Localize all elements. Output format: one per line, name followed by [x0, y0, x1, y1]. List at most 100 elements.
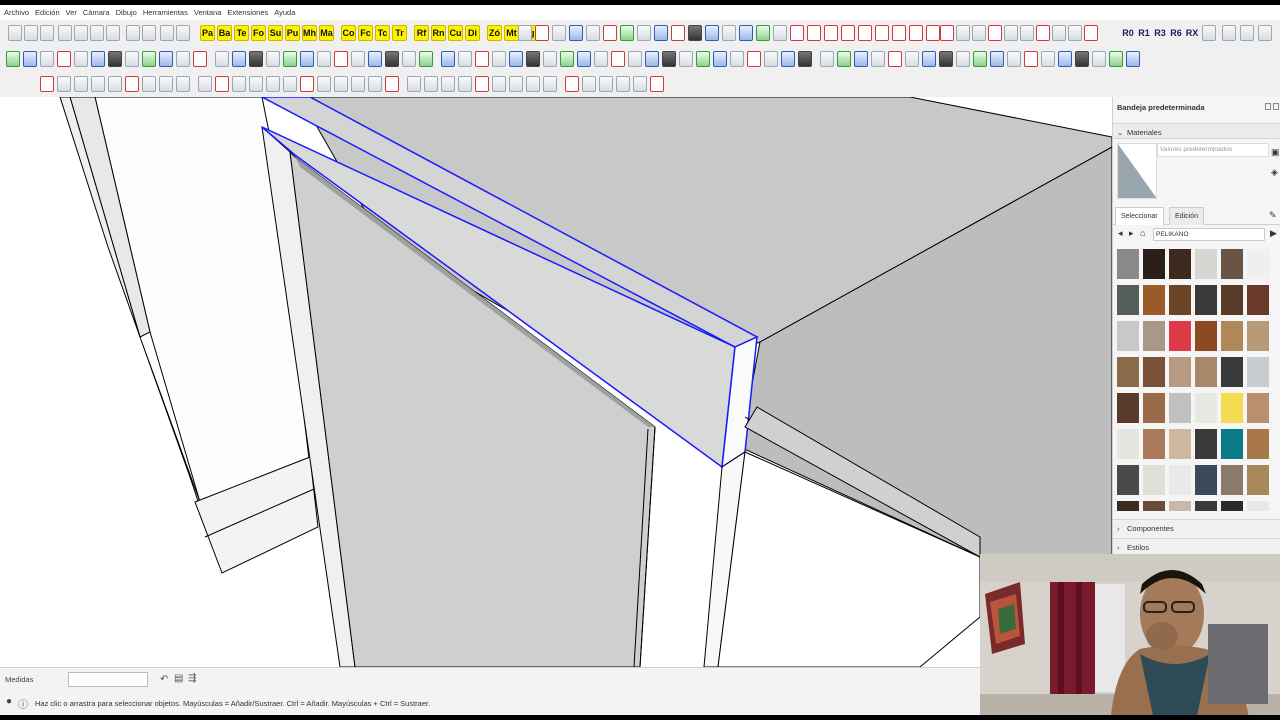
toolbar-icon-button[interactable] — [283, 51, 297, 67]
toolbar-icon-button[interactable] — [858, 25, 872, 41]
toolbar-icon-button[interactable] — [232, 51, 246, 67]
material-swatch[interactable] — [1117, 429, 1139, 459]
menu-item[interactable]: Ventana — [194, 8, 222, 17]
toolbar-icon-button[interactable] — [266, 51, 280, 67]
toolbar-icon-button[interactable] — [616, 76, 630, 92]
material-swatch[interactable] — [1221, 501, 1243, 511]
toolbar-icon-button[interactable] — [956, 51, 970, 67]
toolbar-icon-button[interactable] — [368, 76, 382, 92]
toolbar-icon-button[interactable] — [620, 25, 634, 41]
toolbar-icon-button[interactable] — [108, 76, 122, 92]
material-swatch[interactable] — [1143, 357, 1165, 387]
forward-arrow-icon[interactable]: ▸ — [1129, 228, 1134, 239]
menu-item[interactable]: Dibujo — [116, 8, 137, 17]
toolbar-icon-button[interactable] — [679, 51, 693, 67]
toolbar-icon-button[interactable] — [215, 51, 229, 67]
toolbar-icon-button[interactable] — [1240, 25, 1254, 41]
toolbar-icon-button[interactable] — [518, 25, 532, 41]
create-material-icon[interactable]: ▣ — [1271, 147, 1280, 158]
toolbar-icon-button[interactable] — [106, 25, 120, 41]
toolbar-icon-button[interactable] — [1126, 51, 1140, 67]
styles-panel-header[interactable]: › Estilos — [1113, 538, 1280, 555]
toolbar-icon-button[interactable] — [1024, 51, 1038, 67]
material-swatch[interactable] — [1169, 285, 1191, 315]
eyedropper-icon[interactable]: ✎ — [1269, 210, 1277, 221]
undo-icon[interactable]: ↶ — [160, 674, 168, 685]
toolbar-icon-button[interactable] — [560, 51, 574, 67]
toolbar-icon-button[interactable] — [142, 76, 156, 92]
toolbar-icon-button[interactable] — [334, 76, 348, 92]
toolbar-icon-button[interactable] — [650, 76, 664, 92]
toolbar-icon-button[interactable] — [956, 25, 970, 41]
toolbar-icon-button[interactable] — [1058, 51, 1072, 67]
toolbar-icon-button[interactable] — [926, 25, 940, 41]
menu-item[interactable]: Edición — [35, 8, 60, 17]
toolbar-icon-button[interactable] — [611, 51, 625, 67]
toolbar-icon-button[interactable] — [300, 76, 314, 92]
toolbar-icon-button[interactable] — [74, 51, 88, 67]
toolbar-icon-button[interactable] — [492, 76, 506, 92]
toolbar-icon-button[interactable] — [922, 51, 936, 67]
toolbar-icon-button[interactable] — [790, 25, 804, 41]
measurements-input[interactable] — [68, 672, 148, 687]
toolbar-icon-button[interactable] — [781, 51, 795, 67]
toolbar-icon-button[interactable] — [662, 51, 676, 67]
toolbar-icon-button[interactable] — [249, 76, 263, 92]
toolbar-icon-button[interactable] — [939, 51, 953, 67]
paint-bucket-icon[interactable]: ◈ — [1271, 167, 1278, 178]
toolbar-icon-button[interactable] — [773, 25, 787, 41]
toolbar-icon-button[interactable] — [24, 25, 38, 41]
toolbar-icon-button[interactable] — [1041, 51, 1055, 67]
material-swatch[interactable] — [1117, 501, 1139, 511]
back-arrow-icon[interactable]: ◂ — [1118, 228, 1123, 239]
material-swatch[interactable] — [1247, 249, 1269, 279]
material-swatch[interactable] — [1117, 321, 1139, 351]
toolbar-icon-button[interactable] — [671, 25, 685, 41]
menu-item[interactable]: Cámara — [83, 8, 110, 17]
material-swatch[interactable] — [1247, 357, 1269, 387]
material-swatch[interactable] — [1221, 321, 1243, 351]
toolbar-icon-button[interactable] — [351, 76, 365, 92]
material-swatch[interactable] — [1143, 501, 1165, 511]
toolbar-icon-button[interactable] — [696, 51, 710, 67]
toolbar-icon-button[interactable] — [603, 25, 617, 41]
toolbar-icon-button[interactable] — [973, 51, 987, 67]
yellow-tool-button[interactable]: Fc — [358, 25, 373, 41]
material-swatch[interactable] — [1195, 393, 1217, 423]
material-swatch[interactable] — [1247, 285, 1269, 315]
material-swatch[interactable] — [1195, 429, 1217, 459]
toolbar-icon-button[interactable] — [57, 76, 71, 92]
components-panel-header[interactable]: › Componentes — [1113, 519, 1280, 536]
material-swatch[interactable] — [1169, 501, 1191, 511]
toolbar-icon-button[interactable] — [475, 76, 489, 92]
toolbar-icon-button[interactable] — [334, 51, 348, 67]
toolbar-icon-button[interactable] — [407, 76, 421, 92]
yellow-tool-button[interactable]: Mh — [302, 25, 317, 41]
material-swatch[interactable] — [1221, 393, 1243, 423]
menu-item[interactable]: Extensiones — [227, 8, 268, 17]
material-swatch[interactable] — [1169, 429, 1191, 459]
toolbar-icon-button[interactable] — [1004, 25, 1018, 41]
material-swatch[interactable] — [1143, 321, 1165, 351]
material-swatch[interactable] — [1169, 393, 1191, 423]
toolbar-icon-button[interactable] — [565, 76, 579, 92]
toolbar-icon-button[interactable] — [688, 25, 702, 41]
toolbar-icon-button[interactable] — [854, 51, 868, 67]
toolbar-icon-button[interactable] — [633, 76, 647, 92]
toolbar-icon-button[interactable] — [569, 25, 583, 41]
material-swatch[interactable] — [1195, 249, 1217, 279]
material-swatch[interactable] — [1143, 429, 1165, 459]
rotate-button[interactable]: RX — [1184, 25, 1200, 41]
details-arrow-icon[interactable]: ▶ — [1270, 228, 1277, 239]
toolbar-icon-button[interactable] — [905, 51, 919, 67]
yellow-tool-button[interactable]: Ma — [319, 25, 334, 41]
material-swatch[interactable] — [1143, 285, 1165, 315]
toolbar-icon-button[interactable] — [8, 25, 22, 41]
list-icon[interactable]: ▤ — [174, 673, 183, 684]
yellow-tool-button[interactable]: Rf — [414, 25, 429, 41]
toolbar-icon-button[interactable] — [1007, 51, 1021, 67]
home-icon[interactable]: ⌂ — [1140, 228, 1145, 238]
tab-edit[interactable]: Edición — [1169, 207, 1204, 225]
toolbar-icon-button[interactable] — [798, 51, 812, 67]
toolbar-icon-button[interactable] — [419, 51, 433, 67]
